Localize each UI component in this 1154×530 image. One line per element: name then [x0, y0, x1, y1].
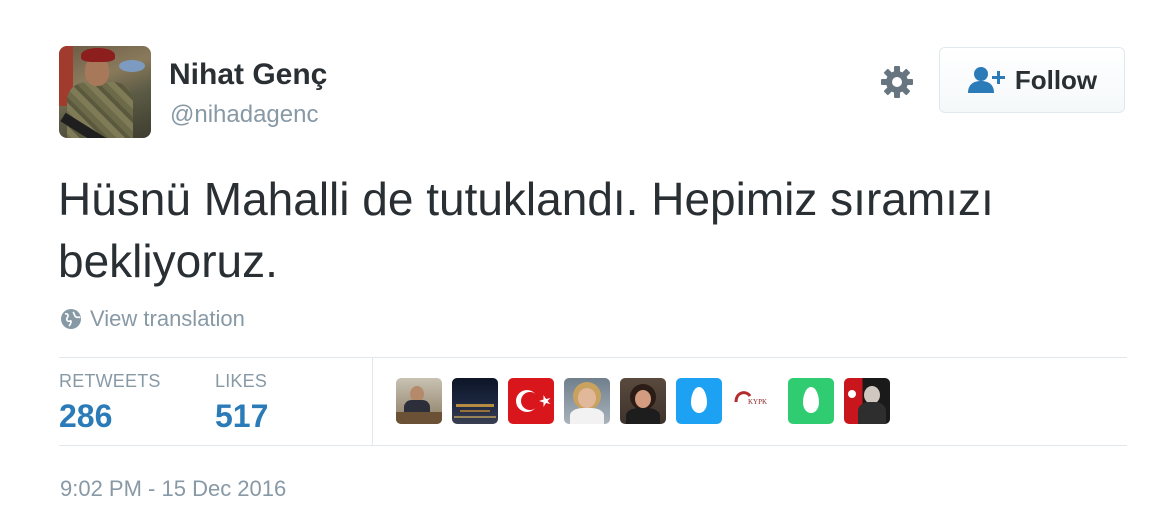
tweet-text: Hüsnü Mahalli de tutuklandı. Hepimiz sır…	[58, 173, 994, 287]
retweets-label: RETWEETS	[59, 371, 161, 391]
tweet-timestamp[interactable]: 9:02 PM - 15 Dec 2016	[60, 476, 286, 502]
liker-avatar-woman-dark-hair[interactable]	[620, 378, 666, 424]
view-translation-link[interactable]: View translation	[60, 306, 245, 332]
svg-text:KYPK: KYPK	[748, 398, 767, 406]
liker-avatar-man-at-desk[interactable]	[396, 378, 442, 424]
liker-avatar-turkish-flag[interactable]	[508, 378, 554, 424]
screen-name[interactable]: @nihadagenc	[170, 101, 318, 129]
stats-divider-bottom	[59, 445, 1127, 446]
liker-avatar-woman-blonde[interactable]	[564, 378, 610, 424]
liker-avatar-city-night[interactable]	[452, 378, 498, 424]
stats-separator	[372, 358, 373, 445]
user-plus-icon	[967, 67, 1005, 93]
follow-label: Follow	[1014, 64, 1098, 95]
likes-label: LIKES	[215, 371, 268, 391]
liker-avatar-logo[interactable]: KYPK	[732, 378, 778, 424]
display-name[interactable]: Nihat Genç	[169, 58, 327, 92]
gear-icon[interactable]	[879, 64, 915, 100]
user-avatar[interactable]	[59, 46, 151, 138]
retweets-stat[interactable]: RETWEETS 286	[59, 371, 161, 435]
stats-divider-top	[59, 357, 1127, 358]
liker-avatar-default-egg-green[interactable]	[788, 378, 834, 424]
globe-icon	[61, 309, 81, 329]
liker-avatar-default-egg-blue[interactable]	[676, 378, 722, 424]
liker-avatar-ataturk-flag[interactable]	[844, 378, 890, 424]
likers-list: KYPK	[396, 378, 890, 424]
likes-stat[interactable]: LIKES 517	[215, 371, 268, 435]
retweets-count: 286	[59, 398, 113, 434]
follow-button[interactable]: Follow	[939, 47, 1125, 113]
likes-count: 517	[215, 398, 269, 434]
view-translation-label: View translation	[90, 306, 245, 331]
